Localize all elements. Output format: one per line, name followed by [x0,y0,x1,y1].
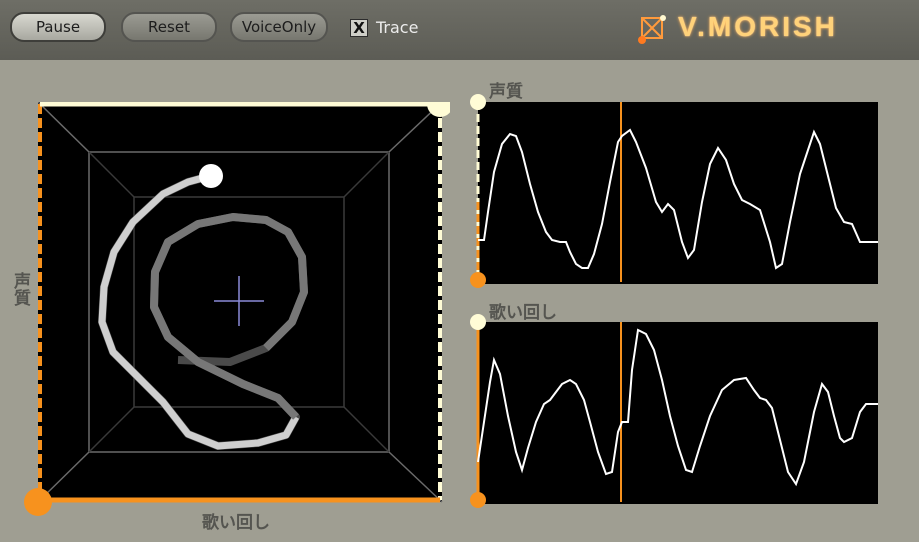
trace-checkbox[interactable]: X [350,19,368,37]
reset-button[interactable]: Reset [121,12,217,42]
origin-handle[interactable] [24,488,54,518]
x-axis-label: 歌い回し [202,513,270,533]
wave-2-panel [470,314,878,508]
cube-logo-icon [638,15,666,44]
y-axis-label: 声質 [10,272,30,306]
voiceonly-button[interactable]: VoiceOnly [230,12,328,42]
xy-pad[interactable] [38,102,450,512]
cursor-point [199,164,223,188]
trace-label: Trace [376,18,419,37]
brand-title: V.MORISH [678,11,838,42]
toolbar: Pause Reset VoiceOnly X Trace V.MORISH [0,0,919,60]
wave-1-panel [470,94,878,288]
pause-button[interactable]: Pause [10,12,106,42]
